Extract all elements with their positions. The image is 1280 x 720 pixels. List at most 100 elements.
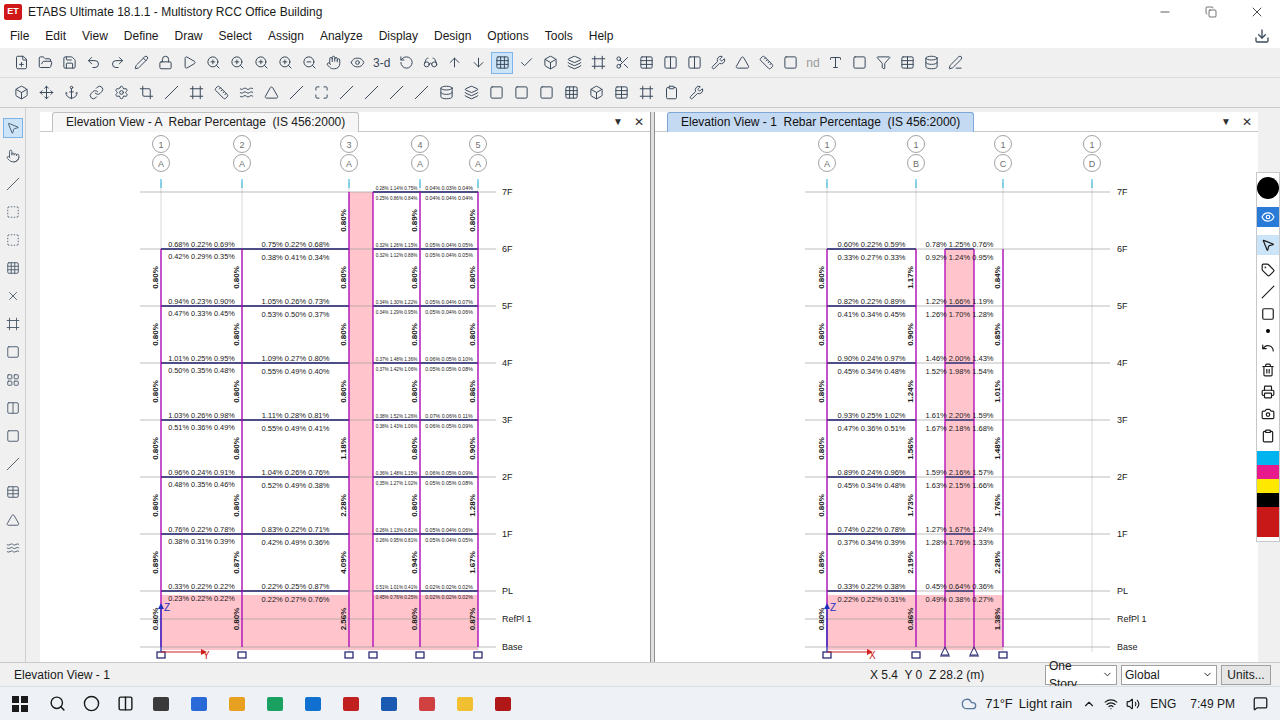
beam[interactable] (242, 476, 349, 477)
toolbar-button[interactable] (274, 52, 296, 74)
taskbar-app-icon[interactable] (332, 695, 370, 713)
tool-strip-button[interactable] (3, 174, 23, 194)
color-swatches[interactable] (1257, 451, 1279, 537)
toolbar-button[interactable] (335, 82, 357, 104)
beam[interactable] (242, 533, 349, 534)
tool-strip-button[interactable] (3, 454, 23, 474)
toolbar-button[interactable] (485, 82, 507, 104)
view-menu-button[interactable]: ▼ (1216, 114, 1236, 129)
tool-strip-button[interactable] (3, 482, 23, 502)
task-view-icon[interactable] (108, 695, 142, 712)
pointer-icon[interactable] (1257, 235, 1279, 255)
beam[interactable] (373, 476, 420, 477)
toolbar-button[interactable] (106, 52, 128, 74)
grid-bubble[interactable]: 1A (819, 136, 836, 189)
toolbar-button[interactable] (435, 82, 457, 104)
toolbar-button[interactable] (515, 52, 537, 74)
tool-strip-button[interactable] (3, 230, 23, 250)
grid-bubble[interactable]: 1D (1084, 136, 1101, 189)
beam[interactable] (373, 362, 420, 363)
beam[interactable] (945, 533, 974, 534)
toolbar-button[interactable] (491, 52, 513, 74)
beam[interactable] (242, 590, 349, 591)
taskbar-app-icon[interactable] (408, 695, 446, 713)
toolbar-button[interactable] (34, 52, 56, 74)
view-tab[interactable]: Elevation View - 1 Rebar Percentage (IS … (667, 112, 974, 132)
toolbar-button[interactable] (10, 52, 32, 74)
tool-strip-button[interactable] (3, 314, 23, 334)
tool-strip-button[interactable] (3, 426, 23, 446)
toolbar-button[interactable] (467, 52, 489, 74)
toolbar-button[interactable] (322, 52, 344, 74)
coord-system-dropdown[interactable]: Global (1121, 665, 1217, 685)
view-close-button[interactable]: ✕ (628, 113, 650, 131)
view-tab[interactable]: Elevation View - A Rebar Percentage (IS … (52, 112, 359, 132)
menu-item[interactable]: Select (211, 27, 260, 45)
story-mode-dropdown[interactable]: One Story (1045, 665, 1117, 685)
tool-strip-button[interactable] (3, 118, 23, 138)
pen-icon[interactable] (1261, 285, 1275, 299)
toolbar-button[interactable] (202, 52, 224, 74)
toolbar-button[interactable] (85, 82, 107, 104)
grid-bubble[interactable]: 4A (412, 136, 429, 189)
toolbar-button[interactable] (130, 52, 152, 74)
toolbar-button[interactable] (285, 82, 307, 104)
taskbar-app-icon[interactable] (218, 695, 256, 713)
taskbar-app-icon[interactable] (370, 695, 408, 713)
menu-item[interactable]: Analyze (312, 27, 371, 45)
menu-item[interactable]: View (74, 27, 116, 45)
toolbar-button[interactable] (58, 52, 80, 74)
beam[interactable] (161, 362, 242, 363)
taskbar-app-icon[interactable] (294, 695, 332, 713)
eraser-icon[interactable] (1261, 307, 1275, 321)
beam[interactable] (373, 191, 420, 192)
beam[interactable] (373, 305, 420, 306)
toolbar-button[interactable] (235, 82, 257, 104)
volume-icon[interactable] (1126, 697, 1140, 711)
grid-bubble[interactable]: 1B (908, 136, 925, 189)
tool-strip-button[interactable] (3, 342, 23, 362)
toolbar-button[interactable] (82, 52, 104, 74)
toolbar-button[interactable] (660, 82, 682, 104)
toolbar-button[interactable] (298, 52, 320, 74)
grid-bubble[interactable]: 1C (995, 136, 1012, 189)
beam[interactable] (945, 590, 974, 591)
toolbar-button[interactable] (635, 82, 657, 104)
trash-icon[interactable] (1261, 363, 1275, 377)
beam[interactable] (242, 305, 349, 306)
network-icon[interactable] (1104, 697, 1118, 711)
toolbar-button[interactable] (135, 82, 157, 104)
toolbar-button[interactable] (611, 52, 633, 74)
beam[interactable] (242, 362, 349, 363)
view-menu-button[interactable]: ▼ (608, 114, 628, 129)
beam[interactable] (827, 248, 916, 249)
tool-strip-button[interactable] (3, 146, 23, 166)
toolbar-button[interactable] (154, 52, 176, 74)
tray-chevron-icon[interactable] (1082, 697, 1096, 711)
menu-item[interactable]: Display (371, 27, 426, 45)
column[interactable] (477, 192, 478, 647)
download-icon[interactable] (1254, 28, 1270, 44)
dot-icon[interactable] (1266, 329, 1270, 333)
toolbar-button[interactable] (683, 52, 705, 74)
tool-strip-button[interactable] (3, 398, 23, 418)
toolbar-button[interactable] (510, 82, 532, 104)
toolbar-button[interactable] (825, 52, 847, 74)
menu-item[interactable]: Design (426, 27, 479, 45)
restore-icon[interactable] (1188, 6, 1234, 18)
beam[interactable] (827, 476, 916, 477)
toolbar-button[interactable] (849, 52, 871, 74)
beam[interactable] (373, 533, 420, 534)
grid-bubble[interactable]: 5A (470, 136, 487, 189)
toolbar-button[interactable] (539, 52, 561, 74)
tool-strip-button[interactable] (3, 538, 23, 558)
beam[interactable] (242, 419, 349, 420)
column[interactable] (1002, 249, 1003, 647)
beam[interactable] (420, 248, 478, 249)
beam[interactable] (420, 419, 478, 420)
tool-strip-button[interactable] (3, 202, 23, 222)
toolbar-button[interactable] (410, 82, 432, 104)
column[interactable] (826, 249, 827, 647)
menu-item[interactable]: File (2, 27, 37, 45)
column[interactable] (241, 249, 242, 647)
